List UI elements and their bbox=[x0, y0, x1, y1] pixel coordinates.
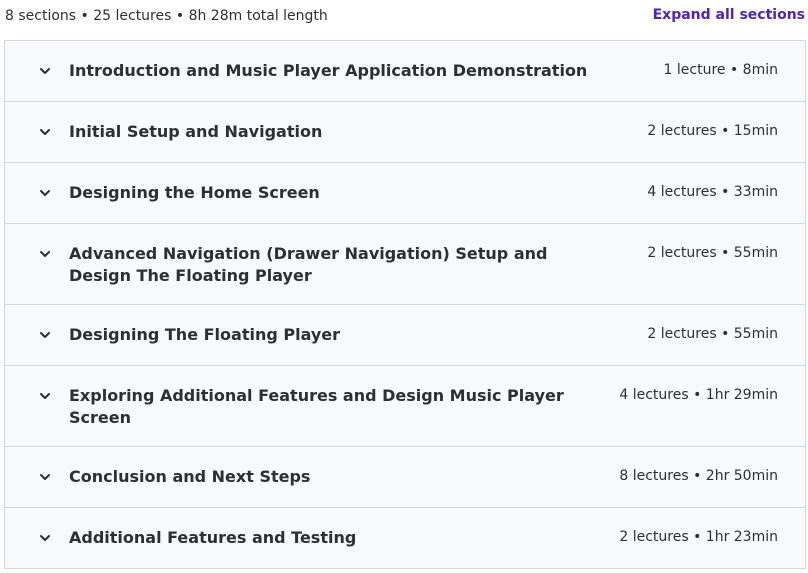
section-title: Conclusion and Next Steps bbox=[69, 467, 311, 486]
chevron-down-icon bbox=[37, 185, 53, 201]
expand-all-sections-button[interactable]: Expand all sections bbox=[653, 7, 805, 23]
section-meta: 2 lectures • 15min bbox=[647, 123, 778, 139]
section-meta: 1 lecture • 8min bbox=[663, 62, 778, 78]
chevron-down-icon bbox=[37, 246, 53, 262]
section-meta: 8 lectures • 2hr 50min bbox=[619, 468, 778, 484]
section-title: Exploring Additional Features and Design… bbox=[69, 386, 564, 427]
section-item[interactable]: Additional Features and Testing 2 lectur… bbox=[5, 508, 805, 569]
section-title: Introduction and Music Player Applicatio… bbox=[69, 61, 588, 80]
curriculum-summary: 8 sections • 25 lectures • 8h 28m total … bbox=[5, 8, 328, 24]
section-item[interactable]: Introduction and Music Player Applicatio… bbox=[5, 41, 805, 102]
section-item[interactable]: Designing the Home Screen 4 lectures • 3… bbox=[5, 163, 805, 224]
section-meta: 2 lectures • 55min bbox=[647, 326, 778, 342]
section-item[interactable]: Exploring Additional Features and Design… bbox=[5, 366, 805, 447]
chevron-down-icon bbox=[37, 530, 53, 546]
section-meta: 2 lectures • 1hr 23min bbox=[619, 529, 778, 545]
section-item[interactable]: Designing The Floating Player 2 lectures… bbox=[5, 305, 805, 366]
chevron-down-icon bbox=[37, 469, 53, 485]
section-item[interactable]: Conclusion and Next Steps 8 lectures • 2… bbox=[5, 447, 805, 508]
chevron-down-icon bbox=[37, 388, 53, 404]
section-item[interactable]: Initial Setup and Navigation 2 lectures … bbox=[5, 102, 805, 163]
section-title: Advanced Navigation (Drawer Navigation) … bbox=[69, 244, 548, 285]
section-meta: 4 lectures • 1hr 29min bbox=[619, 387, 778, 403]
chevron-down-icon bbox=[37, 327, 53, 343]
section-meta: 2 lectures • 55min bbox=[647, 245, 778, 261]
chevron-down-icon bbox=[37, 63, 53, 79]
curriculum-summary-bar: 8 sections • 25 lectures • 8h 28m total … bbox=[0, 0, 808, 34]
section-title: Initial Setup and Navigation bbox=[69, 122, 323, 141]
section-item[interactable]: Advanced Navigation (Drawer Navigation) … bbox=[5, 224, 805, 305]
curriculum-sections-list: Introduction and Music Player Applicatio… bbox=[4, 40, 806, 569]
chevron-down-icon bbox=[37, 124, 53, 140]
section-title: Additional Features and Testing bbox=[69, 528, 357, 547]
section-title: Designing the Home Screen bbox=[69, 183, 320, 202]
section-meta: 4 lectures • 33min bbox=[647, 184, 778, 200]
section-title: Designing The Floating Player bbox=[69, 325, 341, 344]
